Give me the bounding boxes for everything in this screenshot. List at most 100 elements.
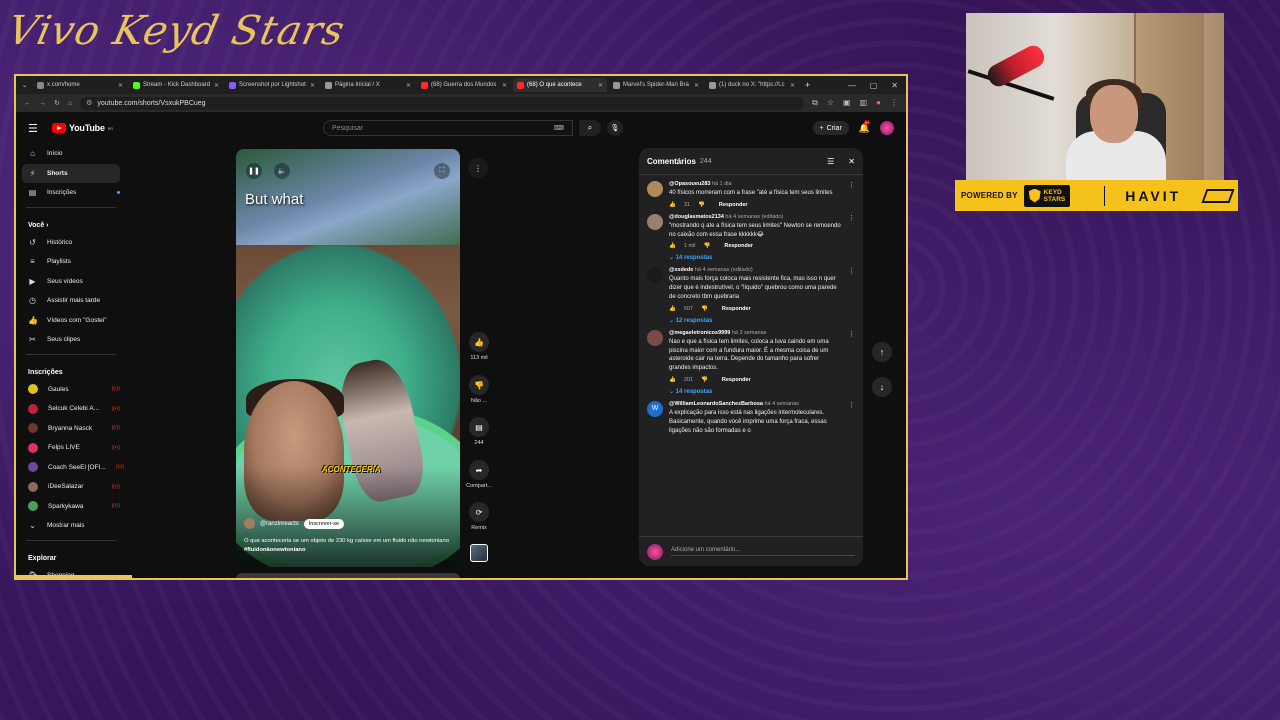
reload-icon[interactable]: ↻ (54, 99, 60, 107)
like-action[interactable]: 👍 113 mil (465, 332, 493, 361)
youtube-logo[interactable]: YouTube BR (52, 123, 113, 133)
add-comment-input[interactable]: Adicione um comentário... (671, 547, 855, 556)
comment-dislike-icon[interactable]: 👎 (701, 377, 708, 383)
url-field[interactable]: ⚙ youtube.com/shorts/VsxukPBCueg (80, 96, 805, 110)
tab-close-icon[interactable]: ✕ (310, 82, 315, 89)
comment-more-icon[interactable]: ⋮ (848, 181, 855, 189)
sidebar-item-subscriptions[interactable]: ▤ Inscrições (16, 183, 126, 203)
keyboard-icon[interactable]: ⌨ (554, 124, 564, 132)
new-tab-button[interactable]: + (805, 80, 810, 90)
sidebar-icon[interactable]: ▥ (860, 98, 868, 108)
description-hashtag[interactable]: #fluidonãonewtoniano (244, 547, 306, 553)
sidebar-subscription[interactable]: Coach SeeEl [OFI... ((•)) (16, 458, 126, 478)
maximize-button[interactable]: ▢ (870, 81, 878, 90)
commenter-avatar[interactable] (647, 329, 663, 346)
sidebar-item-watch-later[interactable]: ◷ Assistir mais tarde (16, 291, 126, 311)
channel-name[interactable]: @ranzinreacts (260, 521, 299, 527)
commenter-avatar[interactable]: W (647, 400, 663, 417)
pause-button[interactable]: ❚❚ (246, 163, 262, 179)
site-info-icon[interactable]: ⚙ (86, 99, 92, 107)
sidebar-subscription[interactable]: Selcuk Celebi A... ((•)) (16, 399, 126, 419)
commenter-avatar[interactable] (647, 213, 663, 230)
comment-reply-button[interactable]: Responder (722, 377, 751, 383)
back-icon[interactable]: ← (24, 100, 31, 107)
close-icon[interactable]: ✕ (848, 157, 855, 166)
sidebar-subscription[interactable]: iDeeSalazar ((•)) (16, 477, 126, 497)
menu-icon[interactable]: ☰ (28, 122, 42, 135)
sidebar-subscription[interactable]: Bryanna Nasck ((•)) (16, 419, 126, 439)
browser-tab[interactable]: Screenshot por Lightshot ✕ (225, 78, 319, 92)
sidebar-subscription[interactable]: Gaules ((•)) (16, 380, 126, 400)
sidebar-section-you[interactable]: Você › (16, 212, 126, 233)
bookmark-star-icon[interactable]: ☆ (827, 98, 834, 108)
channel-avatar[interactable] (244, 518, 255, 529)
tab-close-icon[interactable]: ✕ (118, 82, 123, 89)
sidebar-item-home[interactable]: ⌂ Início (16, 144, 126, 164)
browser-tab[interactable]: Marvel's Spider-Man Bra ✕ (609, 78, 703, 92)
cast-icon[interactable]: ⧉ (812, 98, 818, 108)
comment-replies-toggle[interactable]: ⌄ 14 respostas (669, 254, 841, 261)
comments-action[interactable]: ▤ 244 (465, 417, 493, 446)
tab-search-icon[interactable]: ⌄ (22, 82, 27, 89)
comment-more-icon[interactable]: ⋮ (848, 267, 855, 275)
sidebar-item-your-clips[interactable]: ✂ Seus clipes (16, 330, 126, 350)
previous-short-button[interactable]: ↑ (872, 342, 892, 362)
browser-tab[interactable]: (68) O que acontece ✕ (513, 78, 608, 92)
comment-dislike-icon[interactable]: 👎 (701, 306, 708, 312)
search-button[interactable]: ⌕ (578, 120, 601, 136)
comment-reply-button[interactable]: Responder (722, 306, 751, 312)
comment-like-icon[interactable]: 👍 (669, 243, 676, 249)
sound-thumbnail[interactable] (465, 544, 493, 562)
tab-close-icon[interactable]: ✕ (406, 82, 411, 89)
comment-dislike-icon[interactable]: 👎 (698, 202, 705, 208)
sidebar-subscription[interactable]: Felps LIVE ((•)) (16, 438, 126, 458)
account-avatar[interactable] (880, 121, 894, 135)
comment-like-icon[interactable]: 👍 (669, 202, 676, 208)
fullscreen-button[interactable]: ⛶ (434, 163, 450, 179)
next-short-preview[interactable] (236, 573, 460, 578)
comment-author[interactable]: @Opasoueu283 (669, 181, 710, 187)
comment-reply-button[interactable]: Responder (719, 202, 748, 208)
voice-search-button[interactable]: 🎙 (606, 120, 623, 136)
comment-reply-button[interactable]: Responder (724, 243, 753, 249)
comment-replies-toggle[interactable]: ⌄ 12 respostas (669, 317, 841, 324)
share-action[interactable]: ➦ Compart... (465, 460, 493, 489)
close-window-button[interactable]: ✕ (891, 81, 898, 90)
sidebar-item-liked-videos[interactable]: 👍 Vídeos com "Gostei" (16, 311, 126, 331)
next-short-button[interactable]: ↓ (872, 377, 892, 397)
comment-more-icon[interactable]: ⋮ (848, 401, 855, 409)
sidebar-item-history[interactable]: ↺ Histórico (16, 233, 126, 253)
sort-icon[interactable]: ☰ (827, 157, 834, 166)
short-video-player[interactable]: ❚❚ 🔈 ⛶ But what ACONTECERIA @ranzinreact… (236, 149, 460, 567)
tab-close-icon[interactable]: ✕ (214, 82, 219, 89)
sidebar-show-more[interactable]: ⌄ Mostrar mais (16, 516, 126, 536)
commenter-avatar[interactable] (647, 267, 663, 284)
browser-tab[interactable]: Stream - Kick Dashboard ✕ (129, 78, 223, 92)
create-button[interactable]: + Criar (812, 121, 849, 135)
sidebar-subscription[interactable]: Sparkykawa ((•)) (16, 497, 126, 517)
browser-tab[interactable]: x.com/home ✕ (33, 78, 127, 92)
browser-tab[interactable]: Página Inicial / X ✕ (321, 78, 415, 92)
notifications-button[interactable]: 🔔 9+ (859, 119, 871, 134)
forward-icon[interactable]: → (39, 100, 46, 107)
comment-author[interactable]: @douglasmatos2134 (669, 214, 724, 220)
browser-tab[interactable]: (1) duck no X: "https://t.c ✕ (705, 78, 799, 92)
search-input[interactable]: Pesquisar ⌨ (322, 120, 573, 136)
dislike-action[interactable]: 👎 Não ... (465, 375, 493, 404)
tab-close-icon[interactable]: ✕ (502, 82, 507, 89)
comment-more-icon[interactable]: ⋮ (848, 214, 855, 222)
comment-dislike-icon[interactable]: 👎 (703, 243, 710, 249)
tab-close-icon[interactable]: ✕ (694, 82, 699, 89)
comment-like-icon[interactable]: 👍 (669, 306, 676, 312)
minimize-button[interactable]: — (848, 81, 856, 90)
sidebar-item-your-videos[interactable]: ▶ Seus vídeos (16, 272, 126, 292)
tab-close-icon[interactable]: ✕ (598, 82, 603, 89)
comment-like-icon[interactable]: 👍 (669, 377, 676, 383)
comment-author[interactable]: @megaeletronicos9999 (669, 330, 730, 336)
comment-replies-toggle[interactable]: ⌄ 14 respostas (669, 388, 841, 395)
browser-tab[interactable]: (68) Guerra dos Mundos ✕ (417, 78, 511, 92)
volume-button[interactable]: 🔈 (274, 163, 290, 179)
comment-more-icon[interactable]: ⋮ (848, 330, 855, 338)
commenter-avatar[interactable] (647, 181, 663, 197)
home-icon[interactable]: ⌂ (68, 100, 72, 107)
